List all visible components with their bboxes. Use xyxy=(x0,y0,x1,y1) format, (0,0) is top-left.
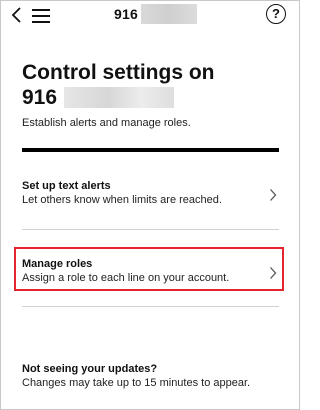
page-title-line2: 916 xyxy=(22,86,58,109)
row-title: Manage roles xyxy=(22,258,93,270)
chevron-right-icon xyxy=(270,189,277,201)
help-question-icon[interactable]: ? xyxy=(266,4,286,24)
set-up-text-alerts-row[interactable]: Set up text alerts Let others know when … xyxy=(22,180,279,218)
top-bar: 916 ? xyxy=(0,0,300,32)
row-description: Let others know when limits are reached. xyxy=(22,194,222,206)
section-divider xyxy=(22,148,279,152)
redacted-number-block xyxy=(141,4,197,24)
header-phone-number: 916 xyxy=(114,6,138,22)
chevron-right-icon xyxy=(270,267,277,279)
row-title: Set up text alerts xyxy=(22,180,111,192)
hamburger-menu-icon[interactable] xyxy=(32,8,50,23)
page-subtitle: Establish alerts and manage roles. xyxy=(22,117,191,129)
row-description: Assign a role to each line on your accou… xyxy=(22,272,230,284)
redacted-title-number-block xyxy=(64,87,174,108)
footer-description: Changes may take up to 15 minutes to app… xyxy=(22,377,251,389)
chevron-left-icon[interactable] xyxy=(9,6,25,24)
page-title-line1: Control settings on xyxy=(22,61,215,84)
row-divider xyxy=(22,306,279,307)
footer-title: Not seeing your updates? xyxy=(22,363,158,375)
row-divider xyxy=(22,229,279,230)
manage-roles-row[interactable]: Manage roles Assign a role to each line … xyxy=(22,258,279,296)
